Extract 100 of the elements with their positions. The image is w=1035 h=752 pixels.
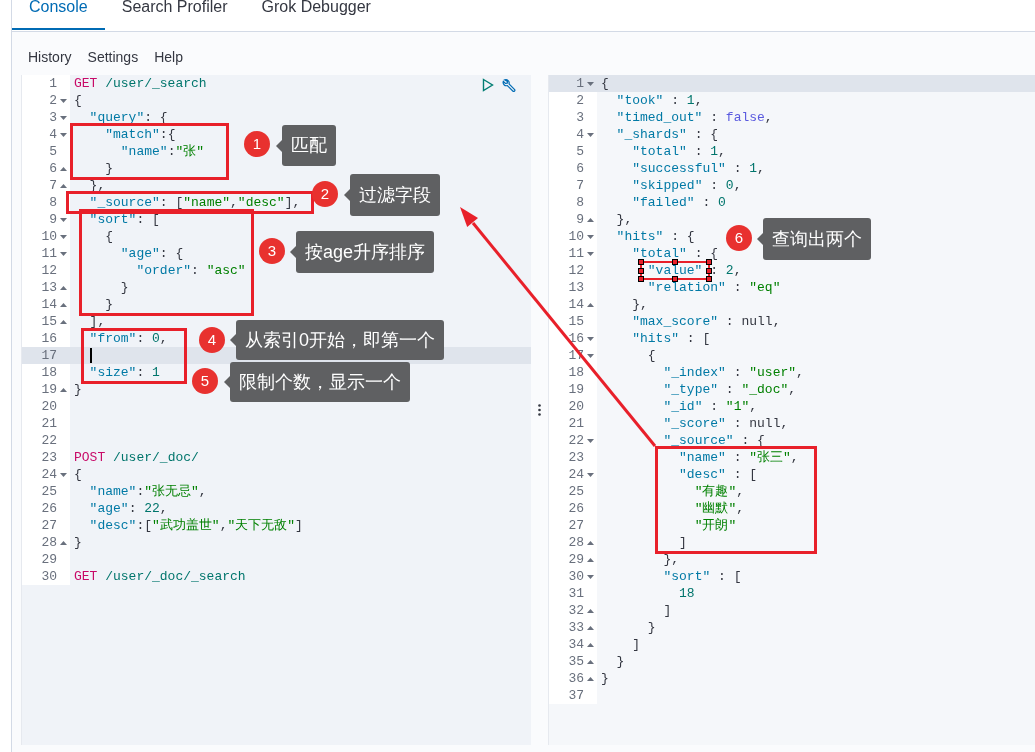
fold-icon[interactable] [60,98,67,103]
menu-item[interactable]: Help [154,47,183,68]
line-number: 32 [568,602,584,619]
play-icon[interactable] [482,78,494,92]
line-number: 6 [576,160,584,177]
line-number: 25 [568,483,584,500]
line-number: 24 [41,466,57,483]
callout-label: 限制个数，显示一个 [230,362,410,402]
code-line: "total" : 1, [632,145,726,158]
tab[interactable]: Console [12,0,105,30]
line-number: 20 [568,398,584,415]
fold-icon[interactable] [60,472,67,477]
line-number: 22 [41,432,57,449]
code-line: 18 [679,587,695,600]
menu-item[interactable]: History [28,47,72,68]
code-line: "desc" : [ [679,468,758,481]
line-number: 5 [576,143,584,160]
code-line: "_type" : "_doc", [663,383,797,396]
line-number: 10 [568,228,584,245]
callout-pointer [230,334,236,346]
code-line: "match":{ [105,128,176,141]
fold-icon[interactable] [587,336,594,341]
fold-icon[interactable] [60,183,67,188]
fold-icon[interactable] [587,234,594,239]
line-number: 10 [41,228,57,245]
line-number: 13 [41,279,57,296]
code-line: "name" : "张三", [679,451,799,464]
line-number: 22 [568,432,584,449]
line-number: 29 [568,551,584,568]
fold-icon[interactable] [587,132,594,137]
callout-pointer [276,139,282,152]
code-line: } [74,383,82,396]
code-line: "total" : { [632,247,719,260]
line-number: 23 [41,449,57,466]
code-line: GET /user/_doc/_search [74,570,246,583]
code-line: "有趣", [694,485,745,498]
code-line: "_score" : null, [663,417,789,430]
fold-icon[interactable] [60,234,67,239]
fold-icon[interactable] [60,319,67,324]
fold-icon[interactable] [60,540,67,545]
fold-icon[interactable] [60,302,67,307]
line-number: 3 [49,109,57,126]
line-number: 5 [49,143,57,160]
fold-icon[interactable] [60,166,67,171]
fold-icon[interactable] [60,132,67,137]
line-number: 20 [41,398,57,415]
line-number: 17 [41,347,57,364]
fold-icon[interactable] [587,659,594,664]
line-number: 37 [568,687,584,704]
code-line: "from": 0, [89,332,168,345]
fold-icon[interactable] [587,625,594,630]
fold-icon[interactable] [587,557,594,562]
code-line: "开朗" [694,519,737,532]
line-number: 34 [568,636,584,653]
fold-icon[interactable] [587,217,594,222]
code-line: POST /user/_doc/ [74,451,199,464]
fold-icon[interactable] [60,251,67,256]
code-line: } [105,298,114,311]
fold-icon[interactable] [587,251,594,256]
line-number: 18 [568,364,584,381]
callout-pointer [290,246,296,258]
code-line: "value" : 2, [647,264,742,277]
menu-item[interactable]: Settings [87,47,139,68]
tab[interactable]: Grok Debugger [244,0,388,30]
fold-icon[interactable] [587,353,594,358]
callout-label: 从索引0开始，即第一个 [236,320,444,360]
tab[interactable]: Search Profiler [104,0,245,30]
fold-icon[interactable] [60,115,67,120]
line-number: 11 [568,245,584,262]
line-number: 8 [576,194,584,211]
line-number: 12 [41,262,57,279]
fold-icon[interactable] [587,302,594,307]
fold-icon[interactable] [587,608,594,613]
fold-icon[interactable] [587,676,594,681]
code-line: } [74,536,82,549]
code-line: "size": 1 [89,366,160,379]
code-line: ], [89,315,106,328]
callout-label: 匹配 [282,125,336,166]
code-line: "desc":["武功盖世","天下无敌"] [89,519,303,532]
fold-icon[interactable] [60,387,67,392]
fold-icon[interactable] [60,217,67,222]
code-line: } [120,281,129,294]
line-number: 1 [576,75,584,92]
fold-icon[interactable] [587,472,594,477]
line-number: 26 [568,500,584,517]
callout-label: 过滤字段 [350,174,440,216]
fold-icon[interactable] [587,81,594,86]
code-line: "failed" : 0 [632,196,726,209]
wrench-icon[interactable] [502,78,517,93]
fold-icon[interactable] [587,574,594,579]
fold-icon[interactable] [587,642,594,647]
line-number: 6 [49,160,57,177]
fold-icon[interactable] [587,540,594,545]
fold-icon[interactable] [587,438,594,443]
drag-handle-icon[interactable] [538,404,541,416]
code-line: { [601,77,609,90]
line-number: 7 [49,177,57,194]
fold-icon[interactable] [60,285,67,290]
code-line: } [601,672,609,685]
line-number: 29 [41,551,57,568]
